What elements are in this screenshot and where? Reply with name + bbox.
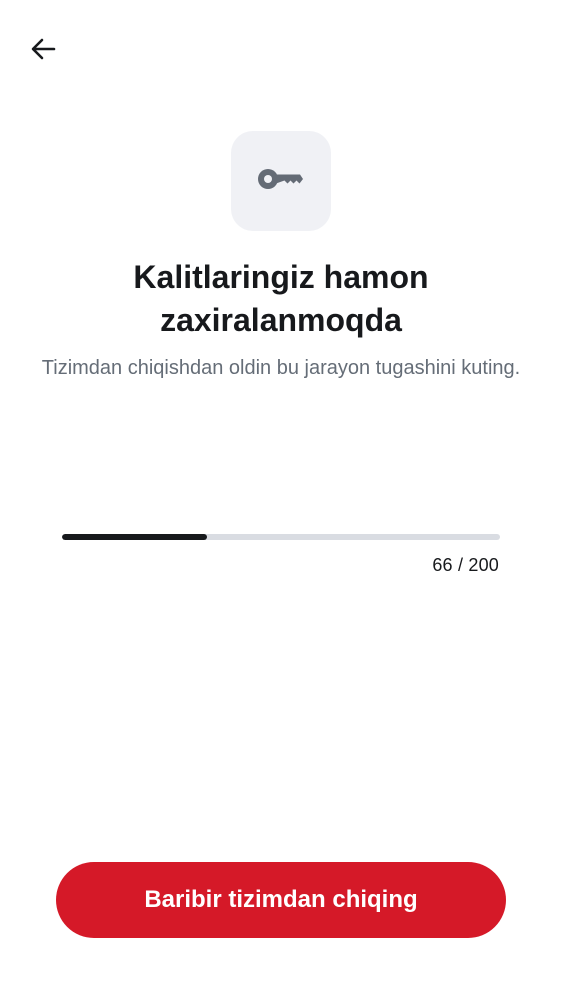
page-title: Kalitlaringiz hamon zaxiralanmoqda — [133, 259, 429, 338]
page-subtitle: Tizimdan chiqishdan oldin bu jarayon tug… — [41, 357, 521, 379]
progress-count: 66 / 200 — [432, 555, 499, 575]
backup-progress-fill — [62, 534, 207, 540]
arrow-left-icon — [29, 35, 57, 68]
logout-anyway-button[interactable]: Baribir tizimdan chiqing — [56, 862, 506, 938]
back-button[interactable] — [24, 32, 62, 70]
key-icon-tile — [231, 131, 331, 231]
key-icon — [257, 165, 305, 198]
backup-progress-bar — [62, 534, 500, 540]
